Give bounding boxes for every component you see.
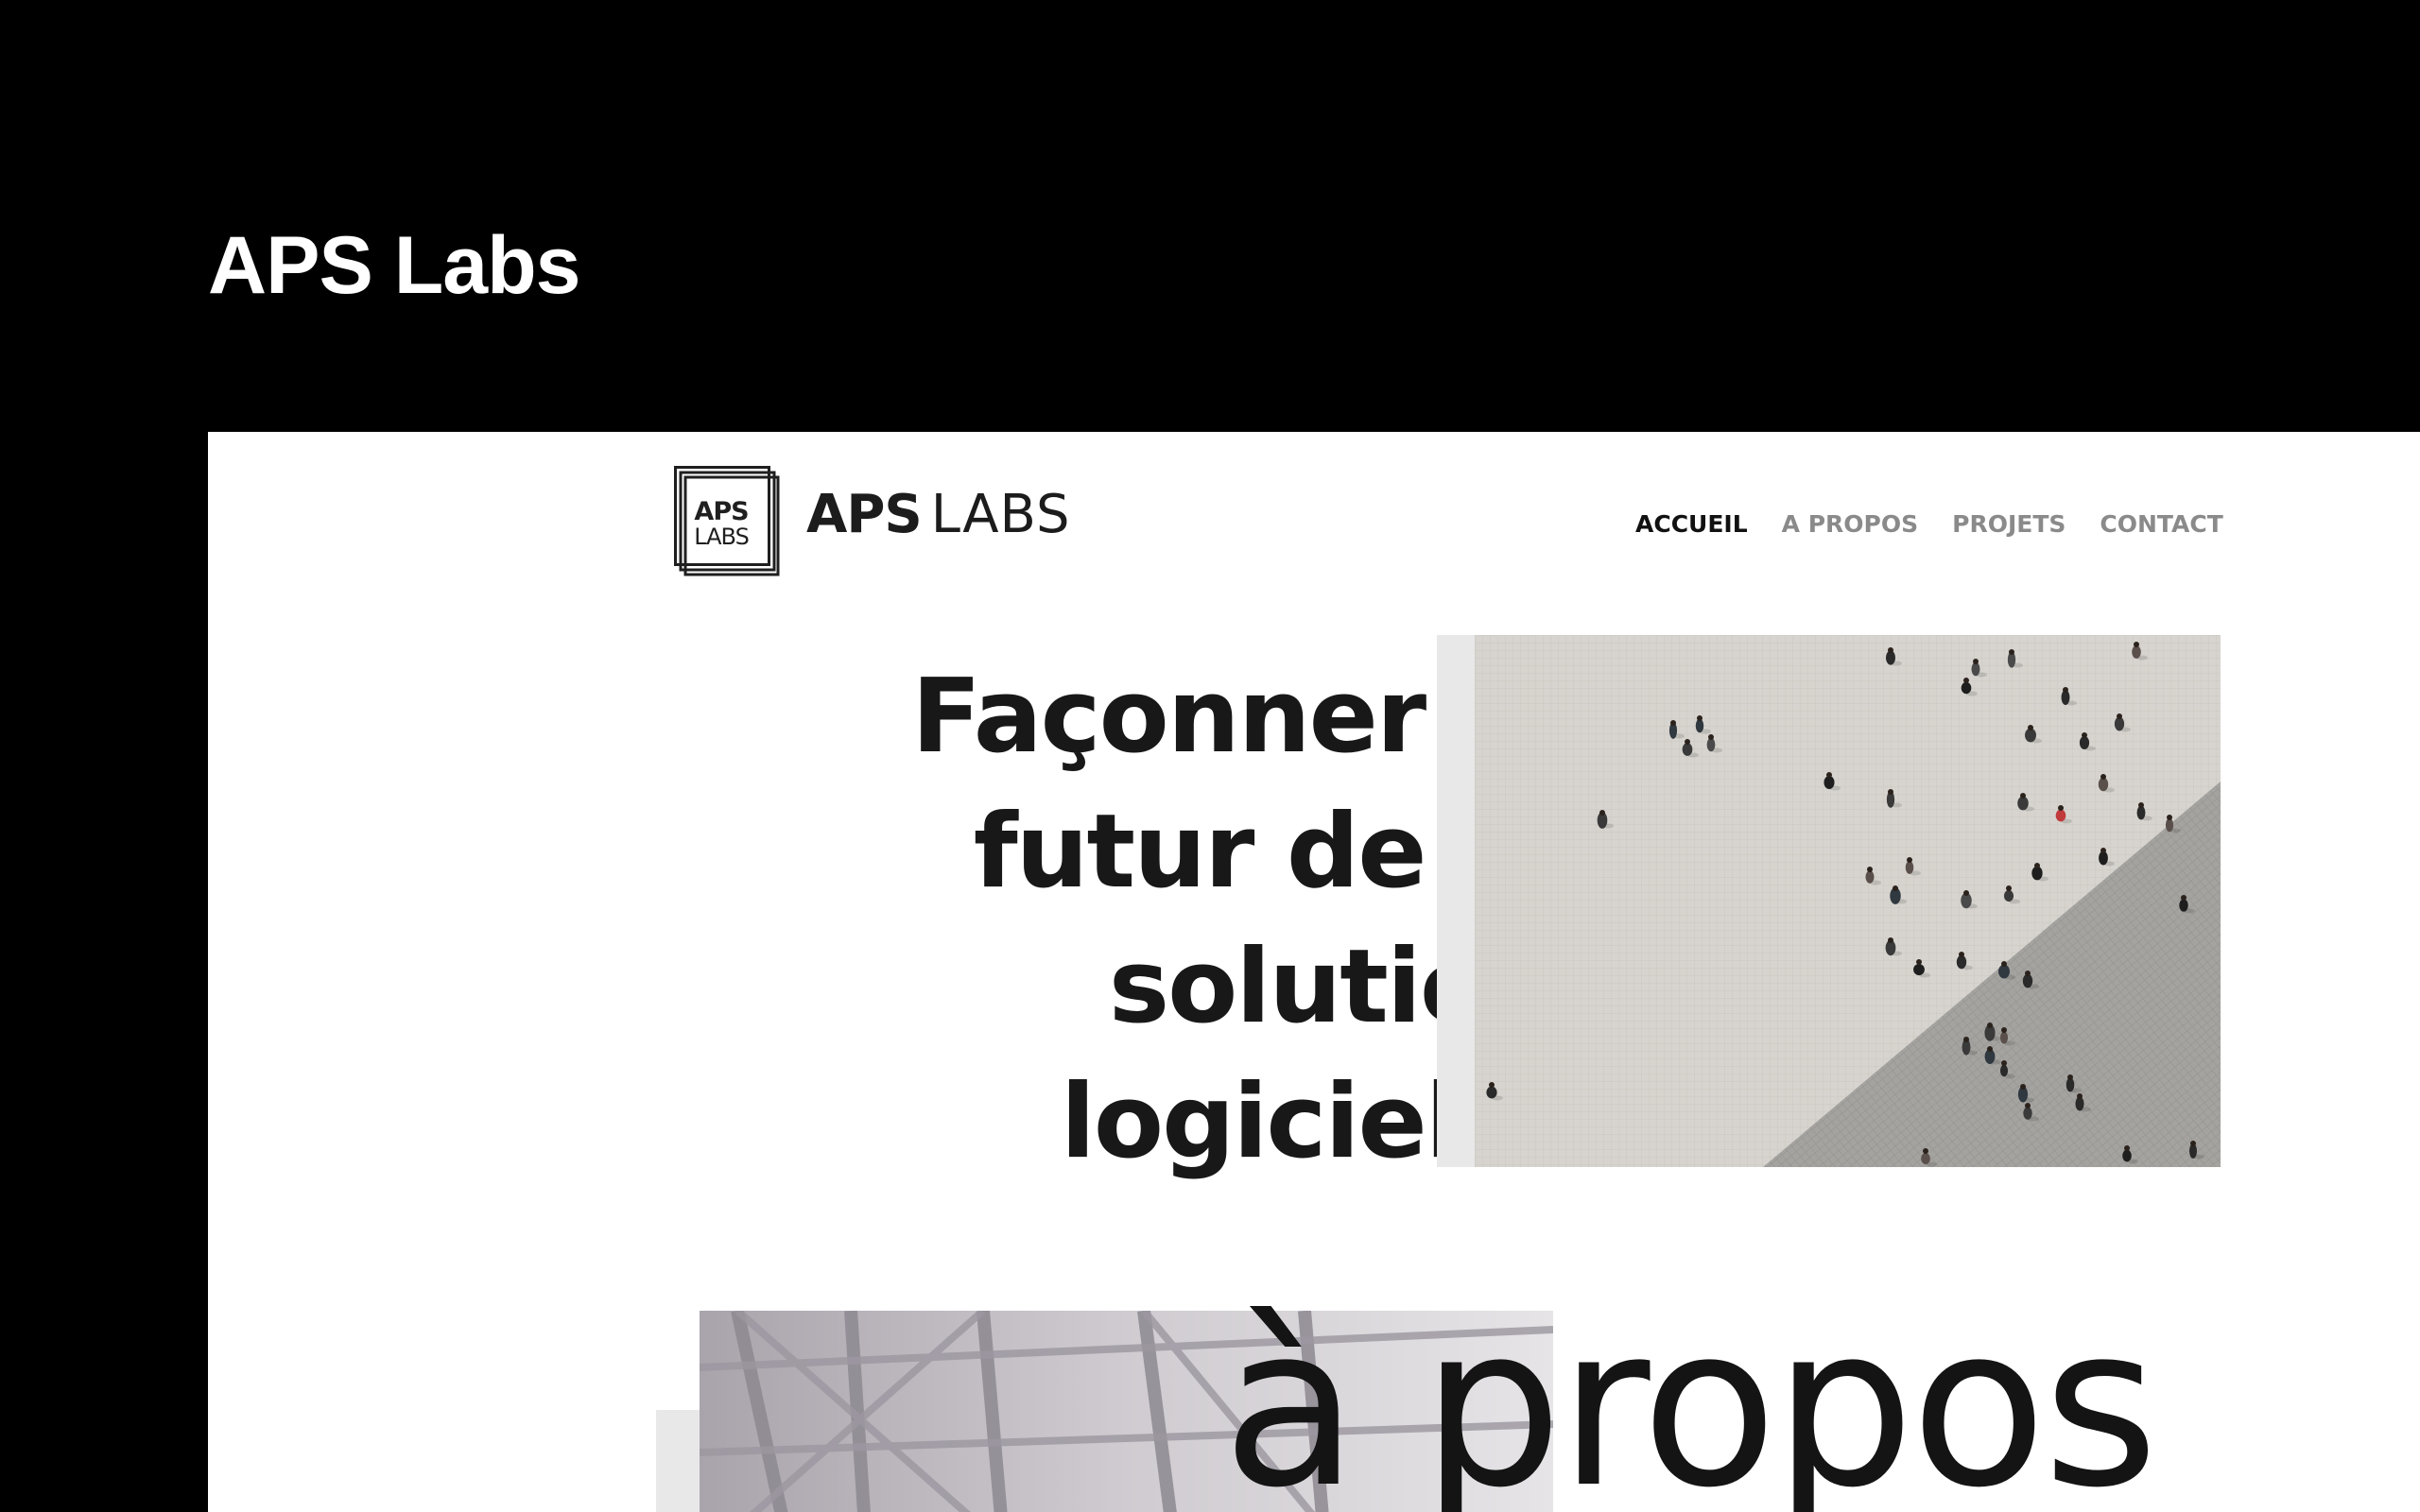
pedestrian-head bbox=[1888, 789, 1893, 795]
pedestrian-head bbox=[1685, 739, 1690, 745]
about-heading: à propos bbox=[1222, 1279, 2158, 1512]
pedestrian-head bbox=[2025, 971, 2031, 976]
pedestrian-figure bbox=[1865, 870, 1875, 884]
pedestrian-head bbox=[1916, 959, 1922, 965]
pedestrian-head bbox=[1987, 1046, 1993, 1052]
pedestrian-head bbox=[1599, 810, 1605, 816]
pedestrian-head bbox=[1923, 1148, 1928, 1154]
pedestrian-head bbox=[2006, 885, 2012, 891]
pedestrian-head bbox=[2067, 1074, 2073, 1080]
pedestrian-head bbox=[2001, 1027, 2007, 1033]
brand-name-strong: APS bbox=[806, 484, 923, 545]
pedestrian-head bbox=[1489, 1082, 1495, 1088]
pedestrian-figure bbox=[1921, 1152, 1930, 1165]
logo-mark-line1: APS bbox=[694, 497, 749, 526]
pedestrian-head bbox=[2020, 1084, 2026, 1090]
pedestrian-head bbox=[2082, 732, 2087, 738]
pedestrian-head bbox=[1959, 952, 1964, 957]
pedestrian-head bbox=[1867, 867, 1873, 872]
pedestrian-head bbox=[1826, 772, 1832, 778]
pedestrian-head bbox=[2167, 815, 2172, 820]
pedestrian-figure bbox=[2122, 1149, 2132, 1162]
pedestrian-head bbox=[2034, 863, 2040, 868]
pedestrian-figure bbox=[1999, 1064, 2009, 1077]
pedestrian-head bbox=[2181, 895, 2187, 901]
pedestrian-figure bbox=[1486, 1086, 1497, 1099]
pedestrian-head bbox=[2058, 805, 2064, 811]
nav-link-accueil[interactable]: ACCUEIL bbox=[1635, 512, 1748, 536]
pedestrian-figure bbox=[2179, 899, 2188, 912]
pedestrian-figure bbox=[1999, 1031, 2009, 1044]
pedestrian-head bbox=[1963, 890, 1969, 896]
nav-link-a-propos[interactable]: A PROPOS bbox=[1782, 512, 1918, 536]
pedestrian-figure bbox=[1961, 681, 1972, 695]
pedestrian-head bbox=[2138, 802, 2144, 808]
pedestrian-head bbox=[2025, 1103, 2031, 1108]
pedestrian-head bbox=[2001, 961, 2007, 967]
pedestrian-head bbox=[1708, 734, 1714, 740]
pedestrian-head bbox=[2100, 848, 2106, 853]
pedestrian-head bbox=[2190, 1141, 2196, 1146]
pedestrian-figure bbox=[2003, 889, 2014, 902]
pedestrian-head bbox=[1973, 659, 1979, 664]
pedestrian-head bbox=[2028, 725, 2033, 730]
pedestrian-head bbox=[2124, 1145, 2130, 1151]
pedestrian-head bbox=[1670, 720, 1676, 726]
pedestrian-head bbox=[1697, 715, 1703, 721]
hero-image-panel bbox=[1437, 635, 2221, 1167]
pedestrian-head bbox=[2100, 774, 2106, 780]
pedestrian-head bbox=[2001, 1060, 2007, 1066]
pedestrian-head bbox=[1888, 647, 1893, 653]
pedestrian-head bbox=[1987, 1022, 1993, 1028]
brand-name[interactable]: APS LABS bbox=[806, 489, 1071, 541]
main-nav: ACCUEIL A PROPOS PROJETS CONTACT bbox=[1635, 512, 2223, 536]
pedestrian-head bbox=[2020, 793, 2026, 799]
pedestrian-head bbox=[1907, 857, 1912, 863]
pedestrian-figure bbox=[2023, 1107, 2032, 1120]
logo-mark-text: APS LABS bbox=[674, 466, 769, 564]
pedestrian-head bbox=[2117, 713, 2122, 719]
pedestrian-head bbox=[2134, 642, 2139, 647]
aerial-crowd-photo bbox=[1475, 635, 2221, 1167]
pedestrian-head bbox=[1963, 678, 1969, 683]
pedestrian-head bbox=[2009, 649, 2014, 655]
pedestrian-figure bbox=[1905, 861, 1914, 874]
pedestrian-figure bbox=[1824, 775, 1835, 790]
pedestrian-figure bbox=[2055, 809, 2066, 822]
nav-link-contact[interactable]: CONTACT bbox=[2100, 512, 2222, 536]
brand-name-light: LABS bbox=[930, 484, 1071, 545]
pedestrian-figure bbox=[2132, 645, 2141, 659]
website-viewport: APS LABS APS LABS ACCUEIL A PROPOS PROJET… bbox=[208, 432, 2420, 1512]
logo[interactable]: APS LABS bbox=[674, 466, 780, 576]
pedestrian-head bbox=[1963, 1037, 1969, 1042]
pedestrian-figure bbox=[2079, 736, 2090, 749]
nav-link-projets[interactable]: PROJETS bbox=[1952, 512, 2066, 536]
pedestrian-head bbox=[2077, 1093, 2083, 1099]
pedestrian-head bbox=[2063, 687, 2068, 693]
frame-title: APS Labs bbox=[208, 220, 580, 311]
logo-mark-line2: LABS bbox=[694, 524, 750, 550]
pedestrian-figure bbox=[1682, 743, 1693, 756]
pedestrian-figure bbox=[1913, 963, 1925, 976]
pedestrian-head bbox=[1888, 937, 1893, 943]
pedestrian-head bbox=[1893, 885, 1898, 891]
